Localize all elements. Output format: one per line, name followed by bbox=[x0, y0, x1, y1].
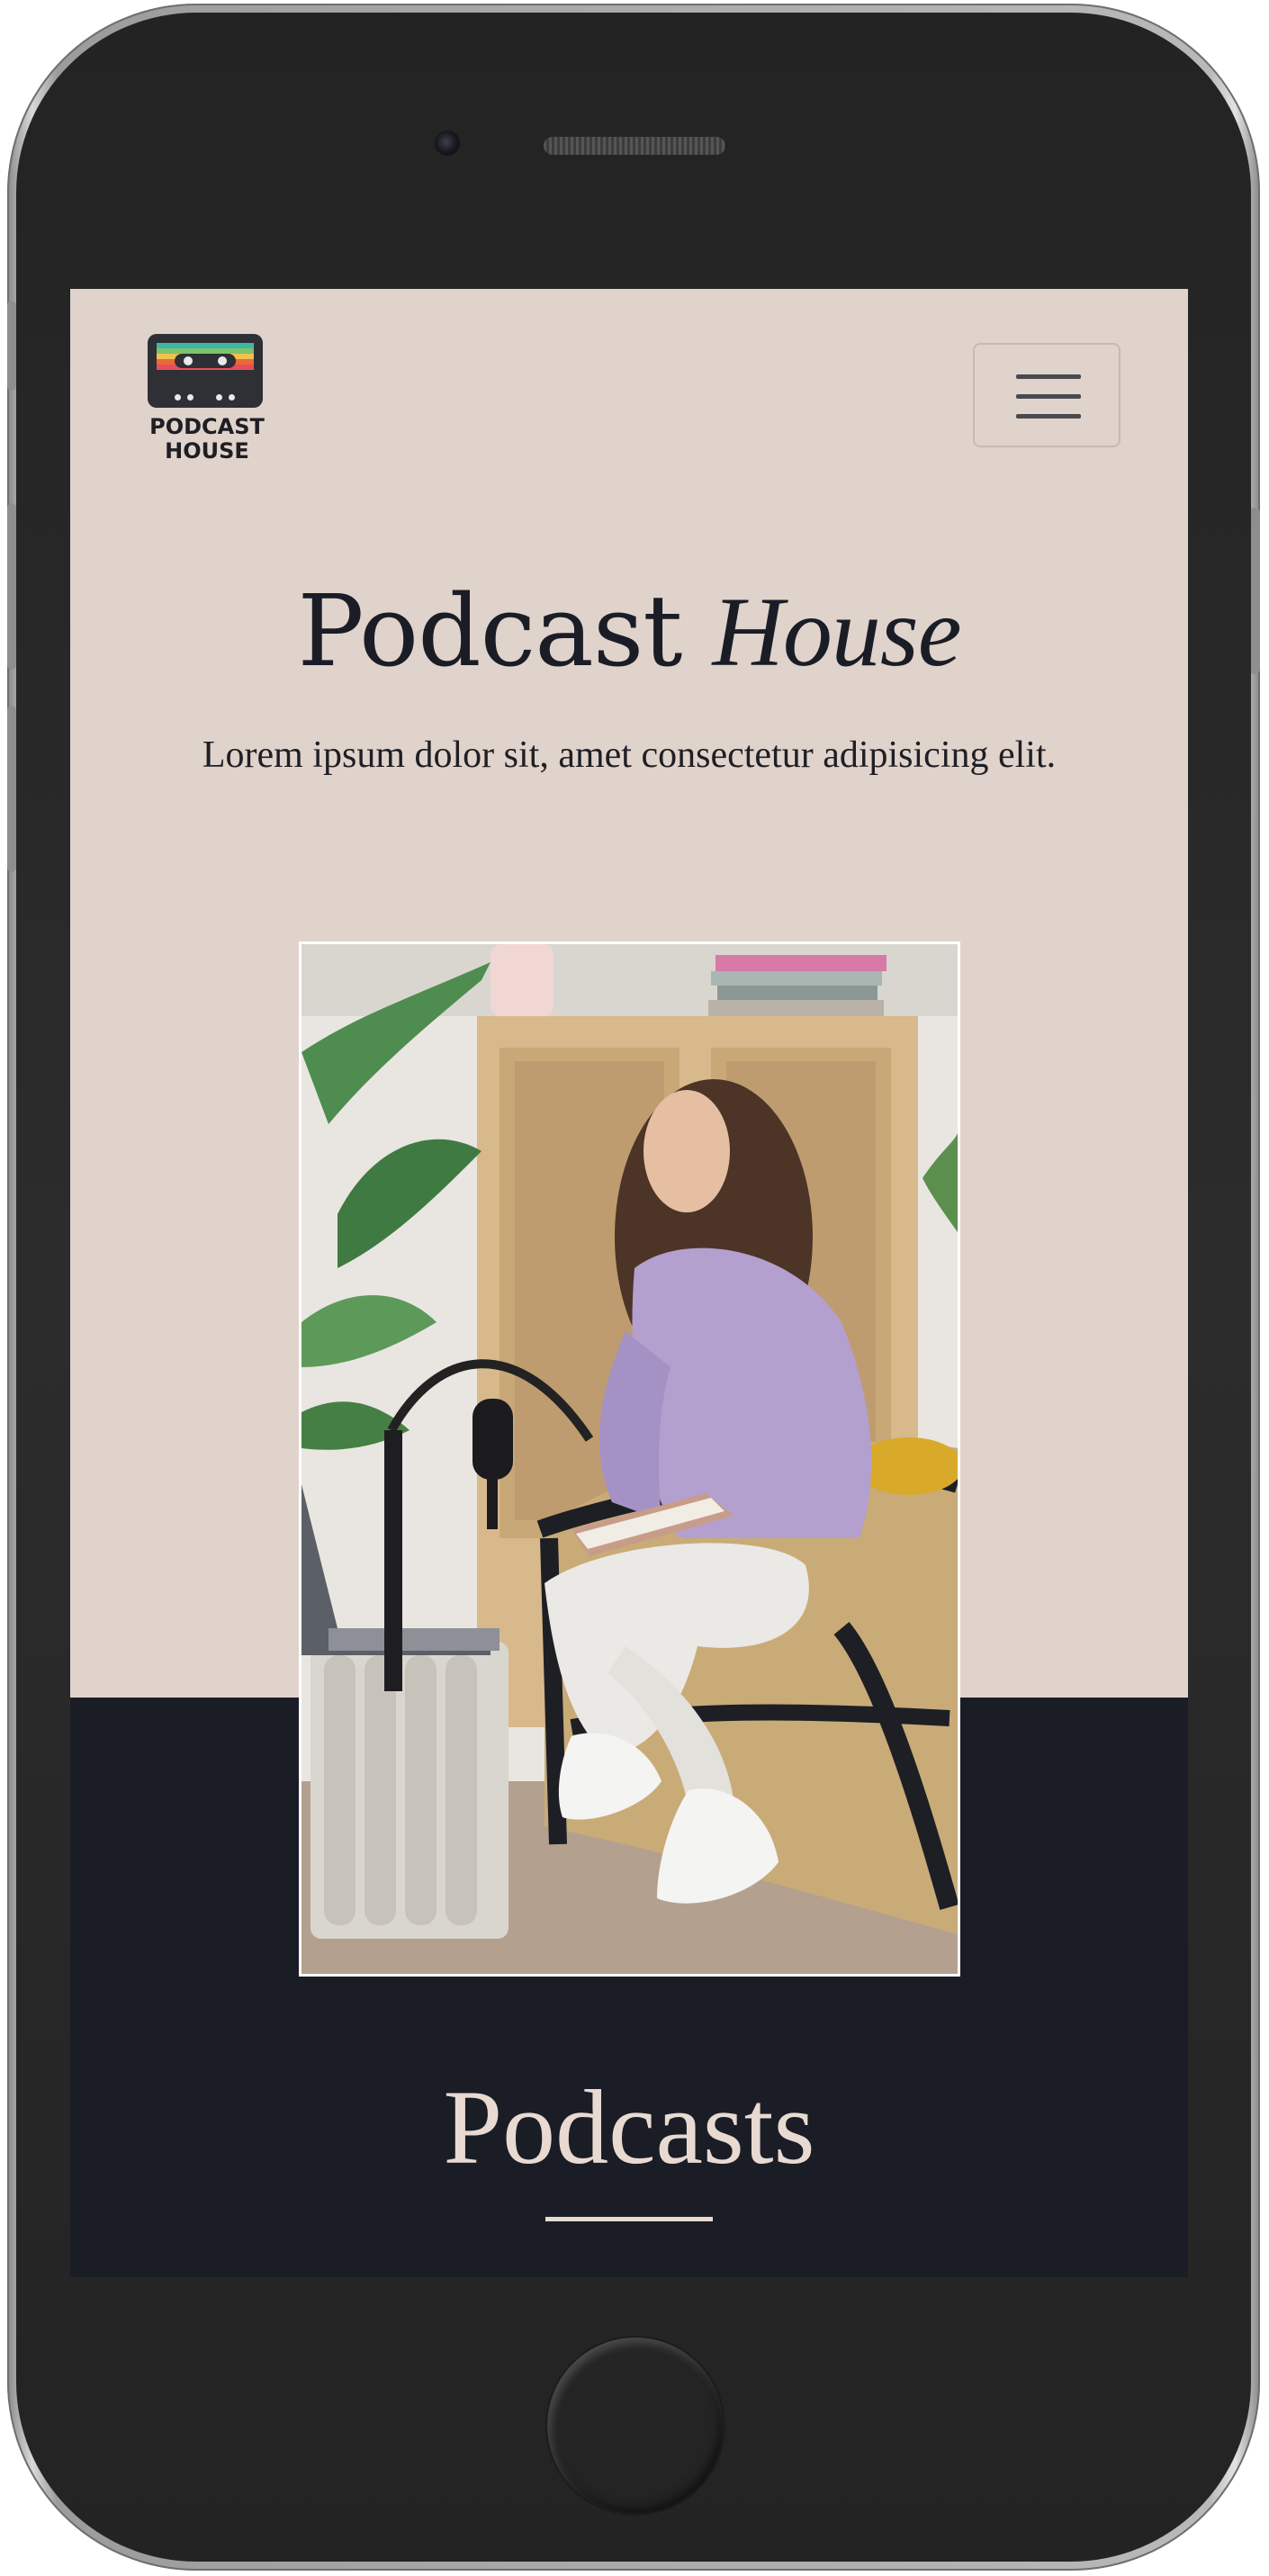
title-script: House bbox=[712, 577, 961, 687]
hero-subtitle: Lorem ipsum dolor sit, amet consectetur … bbox=[202, 734, 1057, 776]
earpiece-speaker bbox=[544, 137, 725, 155]
volume-down-button bbox=[7, 706, 16, 872]
podcast-house-logo[interactable]: PODCAST HOUSE bbox=[144, 334, 270, 473]
section-title-underline bbox=[545, 2217, 713, 2221]
screen: PODCAST HOUSE Podcast House Lorem ipsum … bbox=[70, 289, 1188, 2277]
logo-text: PODCAST HOUSE bbox=[144, 415, 270, 464]
hamburger-menu-icon bbox=[1016, 374, 1081, 379]
logo-text-line1: PODCAST bbox=[149, 414, 265, 439]
logo-text-line2: HOUSE bbox=[165, 438, 249, 464]
front-camera-icon bbox=[435, 131, 460, 156]
section-title-podcasts: Podcasts bbox=[443, 2068, 815, 2186]
home-button bbox=[545, 2336, 725, 2516]
cassette-icon bbox=[148, 334, 263, 408]
hero-photo bbox=[299, 941, 960, 1977]
title-main: Podcast bbox=[297, 573, 682, 689]
silent-switch bbox=[7, 301, 16, 391]
page-title: Podcast House bbox=[70, 577, 1188, 687]
volume-up-button bbox=[7, 503, 16, 670]
hamburger-menu-icon-line bbox=[1016, 414, 1081, 419]
menu-toggle-button[interactable] bbox=[973, 343, 1120, 447]
hamburger-menu-icon-line bbox=[1016, 394, 1081, 399]
